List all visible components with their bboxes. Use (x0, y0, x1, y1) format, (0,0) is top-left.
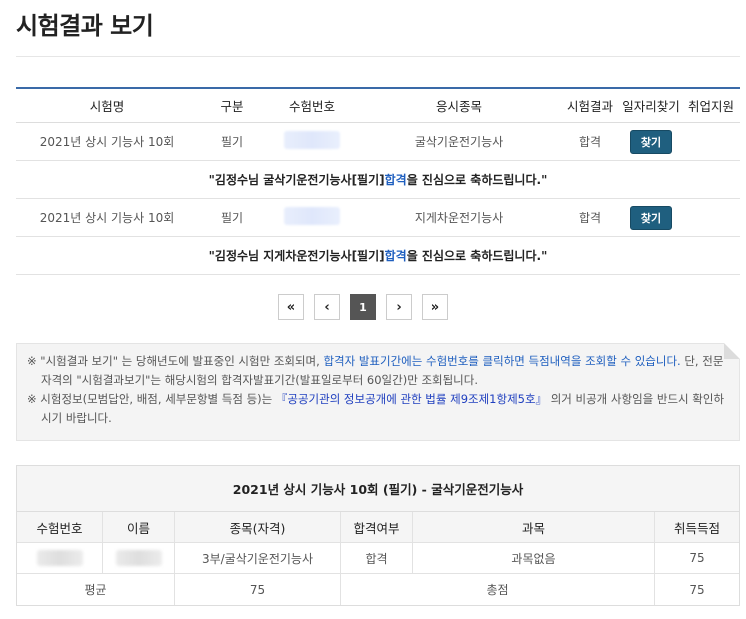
col-type: 구분 (220, 99, 244, 114)
col-exam-number: 수험번호 (17, 512, 103, 542)
notice-highlight: 합격자 발표기간에는 수험번호를 클릭하면 득점내역을 조회할 수 있습니다. (323, 354, 681, 368)
results-table: 시험명 구분 수험번호 응시종목 시험결과 일자리찾기 취업지원 2021년 상… (16, 87, 740, 275)
last-page-button[interactable]: » (422, 294, 448, 320)
page-title: 시험결과 보기 (16, 12, 154, 40)
score-value: 75 (689, 551, 705, 565)
col-score: 취득득점 (673, 520, 720, 536)
pagination: « ‹ 1 › » (278, 294, 448, 320)
next-page-button[interactable]: › (386, 294, 412, 320)
table-row: 2021년 상시 기능사 10회 필기 지게차운전기능사 합격 찾기 (16, 199, 740, 237)
pass-label: 합격 (384, 249, 407, 263)
col-result: 시험결과 (566, 99, 613, 114)
prev-page-button[interactable]: ‹ (314, 294, 340, 320)
exam-type: 필기 (220, 135, 244, 149)
pass-label: 합격 (384, 173, 407, 187)
exam-result: 합격 (578, 135, 602, 149)
notice-line-2: ※ 시험정보(모범답안, 배점, 세부문항별 득점 등)는 『공공기관의 정보공… (27, 392, 725, 425)
redacted-number (284, 207, 340, 225)
notice-line-1: ※ "시험결과 보기" 는 당해년도에 발표중인 시험만 조회되며, 합격자 발… (27, 354, 724, 387)
exam-number-link[interactable] (266, 131, 358, 152)
subject-value: 과목없음 (413, 543, 655, 573)
summary-row: 평균 75 총점 75 (17, 574, 739, 605)
exam-name: 2021년 상시 기능사 10회 (39, 211, 175, 225)
congrats-message: "김정수님 지게차운전기능사[필기] 합격 을 진심으로 축하드립니다." (16, 237, 740, 275)
col-field: 응시종목 (435, 99, 482, 114)
qualification-value: 3부/굴삭기운전기능사 (175, 543, 341, 573)
exam-field: 굴삭기운전기능사 (414, 135, 504, 149)
detail-header: 수험번호 이름 종목(자격) 합격여부 과목 취득득점 (17, 512, 739, 543)
redacted-number (284, 131, 340, 149)
current-page[interactable]: 1 (350, 294, 376, 320)
table-row: 2021년 상시 기능사 10회 필기 굴삭기운전기능사 합격 찾기 (16, 123, 740, 161)
law-reference-link[interactable]: 『공공기관의 정보공개에 관한 법률 제9조제1항제5호』 (276, 392, 547, 406)
col-exam-name: 시험명 (89, 99, 125, 114)
exam-name: 2021년 상시 기능사 10회 (39, 135, 175, 149)
exam-field: 지게차운전기능사 (414, 211, 504, 225)
find-job-button[interactable]: 찾기 (629, 205, 673, 230)
col-qualification: 종목(자격) (175, 512, 341, 542)
col-pass-status: 합격여부 (341, 512, 413, 542)
redacted-exam-number (17, 543, 103, 573)
congrats-message: "김정수님 굴삭기운전기능사[필기] 합격 을 진심으로 축하드립니다." (16, 161, 740, 199)
exam-result: 합격 (578, 211, 602, 225)
first-page-button[interactable]: « (278, 294, 304, 320)
pass-status-value: 합격 (341, 543, 413, 573)
notice-box: ※ "시험결과 보기" 는 당해년도에 발표중인 시험만 조회되며, 합격자 발… (16, 343, 740, 441)
average-label: 평균 (17, 574, 175, 605)
average-value: 75 (175, 574, 341, 605)
score-detail-table: 2021년 상시 기능사 10회 (필기) - 굴삭기운전기능사 수험번호 이름… (16, 465, 740, 606)
table-row: 3부/굴삭기운전기능사 합격 과목없음 75 (17, 543, 739, 574)
exam-number-link[interactable] (266, 207, 358, 228)
total-value: 75 (689, 582, 705, 597)
results-header: 시험명 구분 수험번호 응시종목 시험결과 일자리찾기 취업지원 (16, 89, 740, 123)
col-job-search: 일자리찾기 (622, 99, 680, 114)
redacted-name (103, 543, 175, 573)
title-divider (16, 56, 740, 57)
total-label: 총점 (341, 574, 655, 605)
find-job-button[interactable]: 찾기 (629, 129, 673, 154)
detail-title: 2021년 상시 기능사 10회 (필기) - 굴삭기운전기능사 (17, 466, 739, 512)
col-employment: 취업지원 (687, 99, 734, 114)
col-name: 이름 (103, 512, 175, 542)
exam-type: 필기 (220, 211, 244, 225)
col-exam-number: 수험번호 (288, 99, 335, 114)
col-subject: 과목 (413, 512, 655, 542)
